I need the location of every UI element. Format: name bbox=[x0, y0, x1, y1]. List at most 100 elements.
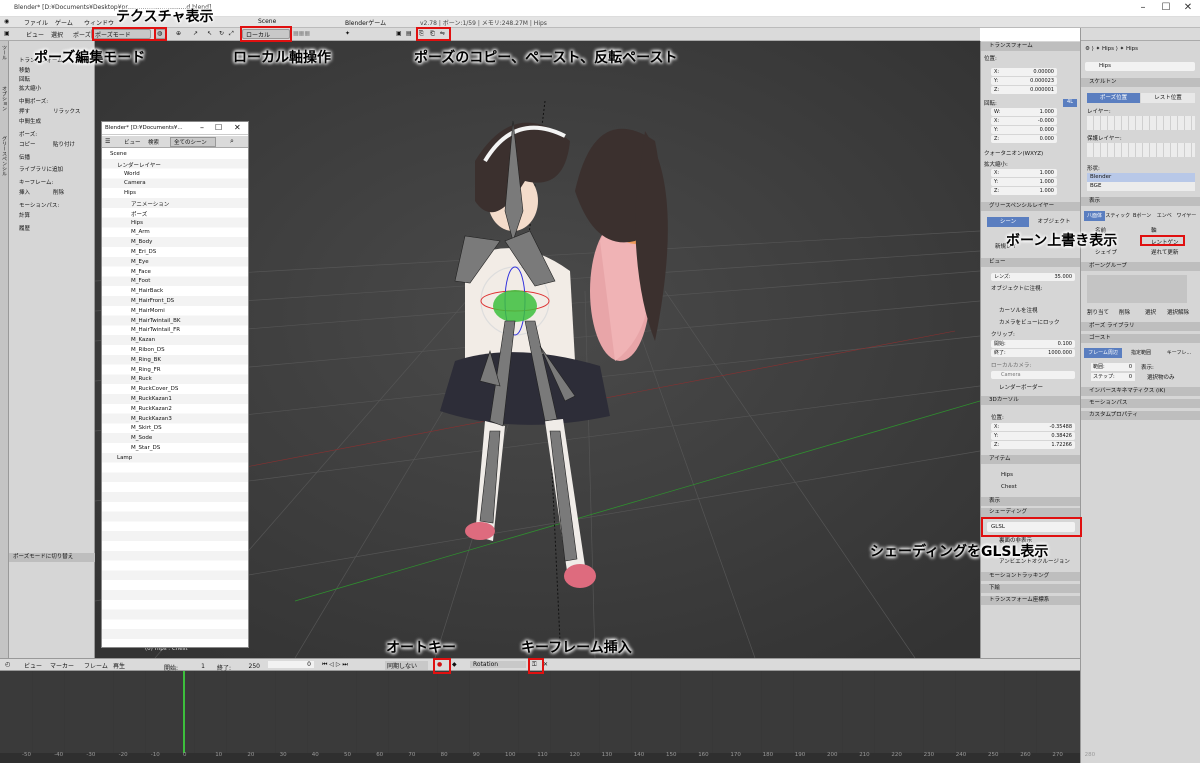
outliner-minimize[interactable]: – bbox=[200, 123, 204, 132]
tool-scale[interactable]: 拡大縮小 bbox=[19, 86, 41, 93]
rot-y-field[interactable]: Y: 0.000 bbox=[991, 126, 1057, 134]
axes-checkbox[interactable]: 軸 bbox=[1151, 226, 1157, 234]
rotate-icon[interactable]: ↻ bbox=[219, 30, 224, 37]
tool-insert-key[interactable]: 挿入 bbox=[19, 190, 30, 197]
render-icon[interactable]: ▣ bbox=[396, 30, 402, 37]
menu-pose[interactable]: ポーズ bbox=[73, 30, 91, 39]
outliner-item[interactable]: M_Ring_FR bbox=[131, 367, 161, 373]
blender-icon[interactable]: ◉ bbox=[4, 18, 9, 25]
tab-options[interactable]: オプション bbox=[1, 86, 8, 111]
engine-selector[interactable]: Blenderゲーム bbox=[345, 18, 386, 27]
display-wire[interactable]: ワイヤー bbox=[1175, 211, 1198, 221]
panel-view-header[interactable]: ビュー bbox=[981, 258, 1080, 267]
keying-icon[interactable]: ◆ bbox=[452, 661, 457, 668]
rest-position-button[interactable]: レスト位置 bbox=[1141, 93, 1195, 103]
outliner-item[interactable]: M_HairFront_DS bbox=[131, 298, 174, 304]
tab-tools[interactable]: ツール bbox=[1, 45, 8, 60]
outliner-item[interactable]: M_Eri_DS bbox=[131, 249, 156, 255]
ghost-selected-only[interactable]: 選択物のみ bbox=[1147, 373, 1175, 381]
menu-select[interactable]: 選択 bbox=[51, 30, 63, 39]
pose-lock-icon[interactable]: ✦ bbox=[345, 30, 350, 37]
outliner-display-mode[interactable]: 全てのシーン bbox=[170, 137, 216, 147]
tool-copy[interactable]: コピー bbox=[19, 142, 36, 149]
display-octahedral[interactable]: 八面体 bbox=[1084, 211, 1106, 221]
outliner-item[interactable]: M_Star_DS bbox=[131, 445, 160, 451]
tool-propagate[interactable]: 伝播 bbox=[19, 155, 30, 162]
bone-group-select[interactable]: 選択 bbox=[1145, 308, 1156, 316]
ghost-range[interactable]: 指定範囲 bbox=[1122, 348, 1160, 358]
ghost-step-field[interactable]: ステップ: 0 bbox=[1091, 373, 1135, 381]
delay-update-checkbox[interactable]: 遅れて更新 bbox=[1151, 248, 1178, 256]
rotation-mode[interactable]: クォータニオン(WXYZ) bbox=[984, 149, 1077, 157]
outliner-item[interactable]: M_HairTwintail_FR bbox=[131, 327, 180, 333]
outliner-item[interactable]: M_Face bbox=[131, 269, 151, 275]
bone-group-assign[interactable]: 割り当て bbox=[1087, 308, 1109, 316]
outliner-item[interactable]: M_RuckKazan1 bbox=[131, 396, 172, 402]
display-bbone[interactable]: Bボーン bbox=[1130, 211, 1153, 221]
tool-calculate[interactable]: 計算 bbox=[19, 213, 30, 220]
panel-cursor-header[interactable]: 3Dカーソル bbox=[981, 396, 1080, 405]
ghost-around-frame[interactable]: フレーム周辺 bbox=[1084, 348, 1122, 358]
ghost-header[interactable]: ゴースト bbox=[1081, 334, 1200, 343]
rotation-4l-badge[interactable]: 4L bbox=[1063, 99, 1077, 107]
panel-grease-header[interactable]: グリースペンシルレイヤー bbox=[981, 202, 1080, 211]
outliner-search-icon[interactable]: ⌕ bbox=[230, 137, 234, 146]
menu-window[interactable]: ウィンドウ bbox=[84, 18, 114, 27]
scale-y-field[interactable]: Y: 1.000 bbox=[991, 178, 1057, 186]
panel-item-header[interactable]: アイテム bbox=[981, 455, 1080, 464]
shape-blender[interactable]: Blender bbox=[1087, 173, 1195, 182]
tool-add-library[interactable]: ライブラリに追加 bbox=[19, 167, 63, 174]
layers-grid[interactable] bbox=[1087, 116, 1195, 130]
scale-z-field[interactable]: Z: 1.000 bbox=[991, 187, 1057, 195]
outliner-item[interactable]: M_Sode bbox=[131, 435, 152, 441]
protected-layers-grid[interactable] bbox=[1087, 143, 1195, 157]
outliner-view-menu[interactable]: ビュー bbox=[124, 138, 141, 146]
outliner-item[interactable]: M_Skirt_DS bbox=[131, 425, 162, 431]
outliner-item[interactable]: Hips bbox=[124, 190, 136, 196]
tool-history[interactable]: 履歴 bbox=[19, 226, 30, 233]
bone-group-deselect[interactable]: 選択解除 bbox=[1167, 308, 1189, 316]
outliner-item[interactable]: World bbox=[124, 171, 140, 177]
bone-groups-header[interactable]: ボーングループ bbox=[1081, 262, 1200, 271]
outliner-item[interactable]: M_RuckCover_DS bbox=[131, 386, 178, 392]
ik-header[interactable]: インバースキネマティクス (iK) bbox=[1081, 387, 1200, 396]
outliner-search-menu[interactable]: 検索 bbox=[148, 138, 159, 146]
outliner-item[interactable]: Hips bbox=[131, 220, 143, 226]
outliner-item[interactable]: M_RuckKazan2 bbox=[131, 406, 172, 412]
outliner-close[interactable]: ✕ bbox=[234, 123, 241, 132]
minimize-button[interactable]: – bbox=[1132, 0, 1154, 16]
outliner-item[interactable]: M_HairBack bbox=[131, 288, 163, 294]
outliner-item[interactable]: M_HairTwintail_BK bbox=[131, 318, 180, 324]
outliner-item[interactable]: M_Body bbox=[131, 239, 152, 245]
ghost-keyframes[interactable]: キーフレ... bbox=[1160, 348, 1198, 358]
outliner-item[interactable]: M_Ribon_DS bbox=[131, 347, 165, 353]
outliner-item[interactable]: M_Arm bbox=[131, 229, 150, 235]
tool-paste[interactable]: 貼り付け bbox=[53, 142, 75, 149]
skeleton-header[interactable]: スケルトン bbox=[1081, 78, 1200, 87]
scale-x-field[interactable]: X: 1.000 bbox=[991, 169, 1057, 177]
rot-z-field[interactable]: Z: 0.000 bbox=[991, 135, 1057, 143]
camera-field[interactable]: Camera bbox=[1001, 372, 1021, 378]
grease-tab-object[interactable]: オブジェクト bbox=[1031, 217, 1077, 227]
outliner-item[interactable]: アニメーション bbox=[131, 200, 169, 208]
panel-transform-orientations[interactable]: トランスフォーム座標系 bbox=[981, 596, 1080, 605]
menu-file[interactable]: ファイル bbox=[24, 18, 48, 27]
sync-mode-select[interactable]: 同期しない bbox=[385, 661, 428, 670]
render-border-checkbox[interactable]: レンダーボーダー bbox=[999, 383, 1077, 391]
panel-transform-header[interactable]: トランスフォーム bbox=[981, 42, 1080, 51]
bone-group-remove[interactable]: 削除 bbox=[1119, 308, 1130, 316]
pose-position-button[interactable]: ポーズ位置 bbox=[1087, 93, 1140, 103]
display-header[interactable]: 表示 bbox=[1081, 197, 1200, 206]
menu-view[interactable]: ビュー bbox=[26, 30, 44, 39]
cursor-lock-checkbox[interactable]: カーソルを注視 bbox=[999, 306, 1077, 314]
maximize-button[interactable]: ☐ bbox=[1155, 0, 1177, 16]
current-frame-line[interactable] bbox=[183, 671, 185, 753]
ghost-range-field[interactable]: 範囲: 0 bbox=[1091, 363, 1135, 371]
outliner-item[interactable]: M_Eye bbox=[131, 259, 149, 265]
cursor-x-field[interactable]: X: -0.35488 bbox=[991, 423, 1075, 431]
outliner-item[interactable]: Scene bbox=[110, 151, 127, 157]
custom-props-header[interactable]: カスタムプロパティ bbox=[1081, 411, 1200, 420]
outliner-item[interactable]: ポーズ bbox=[131, 210, 147, 218]
outliner-item[interactable]: M_Ring_BK bbox=[131, 357, 161, 363]
lens-value[interactable]: 35.000 bbox=[1055, 273, 1073, 281]
